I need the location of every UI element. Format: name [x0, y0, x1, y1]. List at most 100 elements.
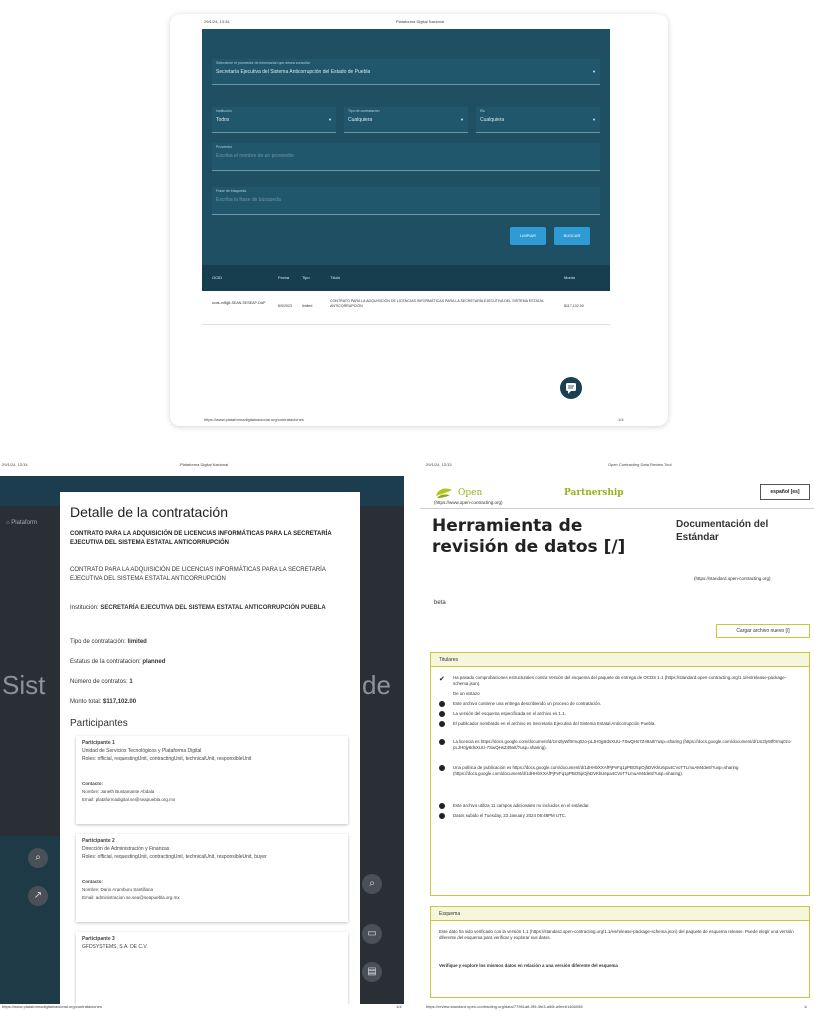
print-footer-url: https://www.plataformadigitalnacional.or… [2, 1004, 102, 1009]
cell-ocid: ocds-mf6jj6-SEAN-SESEAP-DAP [212, 301, 266, 305]
print-footer-url: https://review.standard.open-contracting… [426, 1004, 583, 1009]
participant-title: Participante 2 [82, 838, 115, 844]
summary-item: Este archivo utiliza 11 campos adicional… [453, 803, 590, 808]
bullet-icon [439, 721, 445, 727]
institucion-row: Institución: SECRETARÍA EJECUTIVA DEL SI… [70, 604, 350, 613]
results-table-body: ocds-mf6jj6-SEAN-SESEAP-DAP 8/9/2023 lim… [202, 291, 610, 414]
col-ocid[interactable]: OCID [212, 275, 222, 280]
print-footer-page: 1/4 [618, 417, 624, 422]
source-select[interactable]: Seleccione el proveedor de información q… [212, 59, 600, 85]
institucion-value: Todos [216, 117, 230, 123]
bullet-icon [439, 711, 445, 717]
chevron-down-icon: ▼ [328, 117, 332, 122]
tipo-select[interactable]: Tipo de contratación Cualquiera ▼ [344, 107, 468, 133]
print-footer-page: 1/4 [396, 1004, 402, 1009]
cell-fecha: 8/9/2023 [278, 304, 292, 308]
print-header-date: 29/1/24, 13:34 [2, 462, 28, 467]
bullet-icon [439, 765, 445, 771]
etc-label: Etc [480, 109, 486, 113]
print-footer-url: https://www.plataformadigitalnacional.or… [204, 417, 304, 422]
load-new-file-button[interactable]: Cargar archivo nuevo [/] [716, 624, 810, 638]
summary-item: Una política de publicación es https://d… [453, 765, 739, 776]
tipo-value: Cualquiera [348, 117, 373, 123]
col-titulo[interactable]: Título [330, 275, 340, 280]
summary-item: La licencia es https://docs.google.com/d… [453, 739, 792, 750]
participant-title: Participante 1 [82, 740, 115, 746]
proveedor-input[interactable]: Proveedor Escriba el nombre de un provee… [212, 143, 600, 171]
search-icon: ⌕ [28, 848, 48, 868]
summary-item: Datos subido el Tuesday, 23 January 2024… [453, 813, 567, 818]
logo-partnership-text: Partnership [564, 488, 624, 498]
buscar-button[interactable]: BUSCAR [554, 227, 590, 245]
institucion-value: SECRETARÍA EJECUTIVA DEL SISTEMA ESTATAL… [100, 605, 326, 611]
page-title: Herramienta de revisión de datos [/] [432, 516, 626, 557]
standard-docs-link[interactable]: Documentación del Estándar [676, 518, 806, 544]
search-icon[interactable]: ⌕ [362, 874, 382, 894]
print-footer-page: 1/ [804, 1004, 808, 1009]
chat-icon[interactable]: ▤ [362, 962, 382, 982]
etc-select[interactable]: Etc Cualquiera ▼ [476, 107, 600, 133]
participant-roles: Roles: official, requestingUnit, contrac… [82, 756, 252, 762]
chevron-down-icon: ▼ [592, 117, 596, 122]
chat-button[interactable] [560, 377, 582, 399]
bullet-icon [439, 739, 445, 745]
bullet-icon [439, 701, 445, 707]
cell-monto: $117,102.00 [564, 304, 584, 308]
search-panel: Seleccione el proveedor de información q… [202, 29, 610, 414]
participant-contact-name: Nombre: Dario Aramburu Santillana [82, 887, 154, 892]
header-divider [420, 508, 814, 509]
modal-title: Detalle de la contratación [70, 504, 228, 520]
esquema-panel: Esquema Este dato ha sido verificado con… [430, 906, 810, 998]
frase-label: Frase de búsqueda [216, 189, 247, 193]
participant-name: Dirección de Administración y Finanzas [82, 846, 170, 852]
chevron-down-icon: ▼ [592, 69, 596, 74]
participant-roles: Roles: official, requestingUnit, contrac… [82, 854, 267, 860]
numero-value: 1 [129, 679, 133, 685]
esquema-link[interactable]: Verifique y explore los mismos datos en … [439, 963, 805, 969]
participant-name: GFDSYSTEMS, S.A. DE C.V. [82, 944, 148, 950]
col-tipo[interactable]: Tipo [302, 275, 310, 280]
numero-row: Número de contratos: 1 [70, 678, 350, 687]
etc-value: Cualquiera [480, 117, 505, 123]
participant-card: Participante 3 GFDSYSTEMS, S.A. DE C.V. [76, 932, 348, 1004]
esquema-heading: Esquema [439, 911, 461, 917]
language-select[interactable]: español [es] [760, 484, 810, 500]
window-icon[interactable]: ▭ [362, 924, 382, 944]
data-review-tool-screenshot: 29/1/24, 13:33 Open Contracting Data Rev… [420, 456, 814, 1011]
frase-input[interactable]: Frase de búsqueda Escriba la frase de bú… [212, 187, 600, 215]
cell-tipo: limited [302, 304, 313, 308]
col-fecha[interactable]: Fecha [278, 275, 289, 280]
participant-contact-label: Contacto: [82, 781, 103, 786]
summary-item: Este archivo contiene una entrega descri… [453, 701, 602, 706]
top-screenshot: 29/1/24, 13:34 Plataforma Digital Nacion… [170, 14, 668, 426]
standard-docs-url[interactable]: (https://standard.open-contracting.org) [694, 576, 771, 581]
participant-name: Unidad de Servicios Tecnológicos y Plata… [82, 748, 202, 754]
participant-contact-label: Contacto: [82, 879, 103, 884]
print-header-title: Plataforma Digital Nacional [180, 462, 229, 467]
institucion-select[interactable]: Institución Todos ▼ [212, 107, 336, 133]
numero-label: Número de contratos: [70, 679, 130, 685]
participants-heading: Participantes [70, 718, 128, 729]
de-un-vistazo: De un vistazo [453, 691, 480, 696]
check-text: Ha pasado comprobaciones estructurales c… [453, 675, 787, 686]
source-select-label: Seleccione el proveedor de información q… [216, 61, 310, 65]
cell-titulo: CONTRATO PARA LA ADQUISICIÓN DE LICENCIA… [330, 299, 544, 308]
monto-row: Monto total: $117,102.00 [70, 698, 350, 707]
table-row[interactable]: ocds-mf6jj6-SEAN-SESEAP-DAP 8/9/2023 lim… [202, 291, 610, 325]
logo-url[interactable]: (https://www.open-contracting.org) [434, 500, 720, 505]
contract-title: CONTRATO PARA LA ADQUISICIÓN DE LICENCIA… [70, 531, 332, 546]
trend-icon: ↗ [28, 886, 48, 906]
beta-label: beta [434, 600, 446, 606]
limpiar-button[interactable]: LIMPIAR [510, 227, 546, 245]
participant-title: Participante 3 [82, 936, 115, 942]
col-monto[interactable]: Monto [564, 275, 575, 280]
check-icon: ✔ [439, 676, 445, 683]
esquema-text: Este dato ha sido verificado con la vers… [439, 929, 794, 940]
print-header-title: Open Contracting Data Review Tool [608, 462, 672, 467]
titulares-heading: Titulares [439, 657, 458, 663]
contract-detail-screenshot: 29/1/24, 13:34 Plataforma Digital Nacion… [0, 456, 410, 1011]
tipo-row: Tipo de contratación: limited [70, 638, 350, 647]
participant-card: Participante 2 Dirección de Administraci… [76, 834, 348, 922]
bullet-icon [439, 813, 445, 819]
summary-item: La versión del esquema especificada en e… [453, 711, 566, 716]
